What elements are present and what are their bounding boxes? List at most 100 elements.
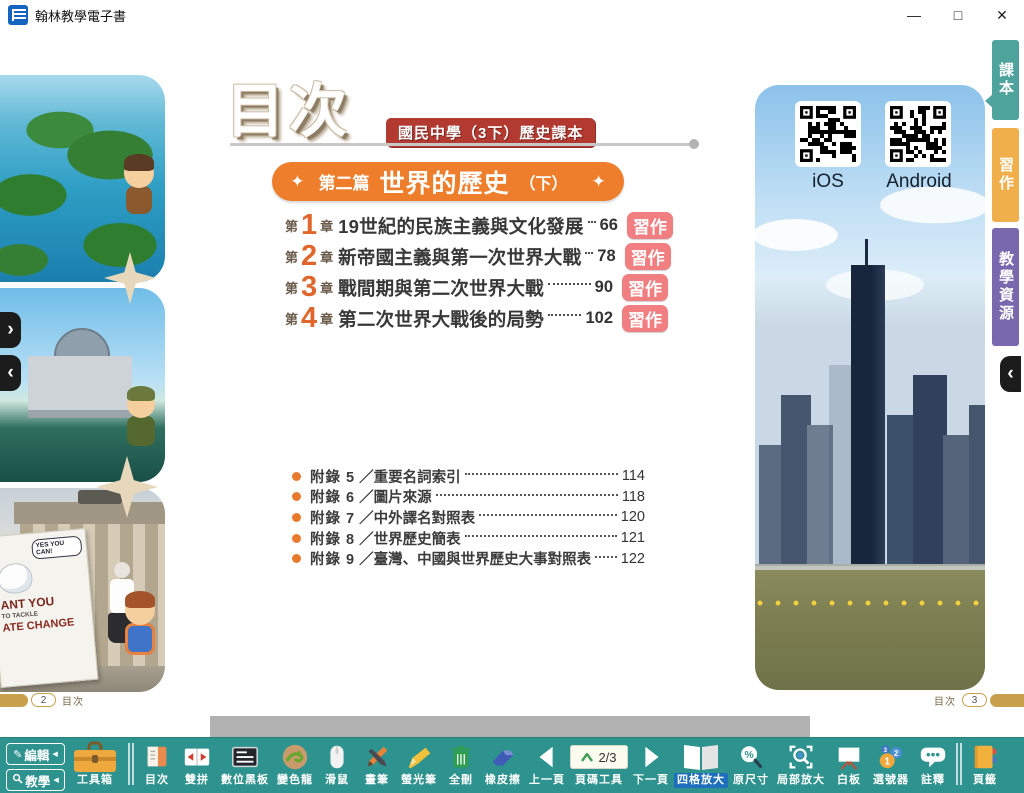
bullet-icon (292, 472, 301, 481)
toolbar-button-eraser[interactable]: 橡皮擦 (481, 741, 525, 788)
svg-text:2: 2 (894, 748, 899, 758)
panel-collapse-right-button[interactable]: ‹ (1000, 356, 1021, 392)
page-number-pill-right[interactable]: 3 (962, 693, 987, 707)
toolbar-button-delete-all[interactable]: 全刪 (441, 741, 481, 788)
toolbar-button-group: 目次雙拼數位黑板變色龍滑鼠畫筆螢光筆全刪橡皮擦上一頁2/3頁碼工具下一頁四格放大… (137, 741, 953, 788)
chapter-row[interactable]: 第3章戰間期與第二次世界大戰90習作 (285, 272, 668, 303)
chapter-row[interactable]: 第1章19世紀的民族主義與文化發展66習作 (285, 210, 668, 241)
toolbar-button-quad-zoom[interactable]: 四格放大 (673, 741, 729, 788)
minimize-button[interactable]: — (892, 0, 936, 30)
chapter-title: 新帝國主義與第一次世界大戰 (338, 244, 581, 270)
horizontal-scrollbar[interactable] (210, 716, 810, 737)
toolbar-button-dual-page[interactable]: 雙拼 (177, 741, 217, 788)
appendix-page-number: 120 (621, 509, 645, 525)
toolbar-label: 橡皮擦 (482, 773, 524, 788)
appendix-row[interactable]: 附錄 7／中外譯名對照表120 (292, 507, 645, 528)
panel-expand-right-button[interactable]: › (0, 312, 21, 348)
svg-text:3: 3 (884, 747, 888, 754)
page-number-pill-left[interactable]: 2 (31, 693, 56, 707)
chevron-left-icon: ‹ (7, 362, 13, 384)
toolbar-button-original-size[interactable]: %原尺寸 (729, 741, 773, 788)
toolbar-label: 畫筆 (362, 773, 392, 788)
yellow-buoys (755, 600, 985, 606)
chapter-title: 戰間期與第二次世界大戰 (338, 275, 544, 301)
toolbar-button-chameleon[interactable]: 變色龍 (273, 741, 317, 788)
appendix-row[interactable]: 附錄 6／圖片來源118 (292, 487, 645, 508)
toolbar-divider (127, 743, 135, 785)
dotted-leader (479, 514, 617, 516)
appendix-title: ／世界歷史簡表 (359, 528, 461, 549)
edit-mode-button[interactable]: ✎ 編輯 ◀ (6, 743, 65, 765)
appendix-label: 附錄 8 (310, 528, 355, 549)
number-picker-icon: 321 (876, 741, 906, 773)
svg-text:%: % (745, 750, 754, 761)
page-title: 目次 (226, 64, 352, 148)
active-tab-notch (985, 94, 993, 108)
toolbar-label: 數位黑板 (218, 773, 272, 788)
side-tab-workbook[interactable]: 習作 (992, 128, 1019, 222)
cartoon-reporter-character (118, 595, 162, 655)
toolbar-button-next-page[interactable]: 下一頁 (629, 741, 673, 788)
side-tab-textbook[interactable]: 課本 (992, 40, 1019, 120)
chapter-page-number: 102 (585, 309, 613, 328)
footer-gold-bar (990, 694, 1024, 707)
paint-pen-icon (362, 741, 392, 773)
workbook-button[interactable]: 習作 (622, 274, 668, 301)
appendix-page-number: 114 (622, 468, 645, 484)
polar-bear-illustration (0, 562, 34, 595)
appendix-row[interactable]: 附錄 8／世界歷史簡表121 (292, 528, 645, 549)
star-icon: ✦ (592, 172, 606, 192)
toolbox-label: 工具箱 (74, 773, 116, 788)
toc-icon (142, 741, 172, 773)
toolbar-button-toc[interactable]: 目次 (137, 741, 177, 788)
toolbar-button-number-picker[interactable]: 321選號器 (869, 741, 913, 788)
chapter-page-number: 90 (595, 278, 613, 297)
cartoon-tribal-character (118, 158, 160, 214)
dotted-leader (588, 221, 596, 223)
workbook-button[interactable]: 習作 (625, 243, 671, 270)
toolbar-button-annotation[interactable]: 註釋 (913, 741, 953, 788)
panel-collapse-left-button[interactable]: ‹ (0, 355, 21, 391)
side-tab-resources[interactable]: 教學資源 (992, 228, 1019, 346)
collapse-arrow-icon: ◀ (53, 776, 58, 784)
toolbar-divider (955, 743, 963, 785)
toolbar-button-whiteboard[interactable]: 白板 (829, 741, 869, 788)
workbook-button[interactable]: 習作 (627, 212, 673, 239)
maximize-button[interactable]: □ (936, 0, 980, 30)
toolbar-button-region-zoom[interactable]: 局部放大 (773, 741, 829, 788)
dome-building (28, 328, 132, 418)
original-size-icon: % (736, 741, 766, 773)
appendix-row[interactable]: 附錄 5／重要名詞索引114 (292, 466, 645, 487)
dotted-leader (465, 473, 618, 475)
toolbar-label: 選號器 (870, 773, 912, 788)
chapter-row[interactable]: 第2章新帝國主義與第一次世界大戰78習作 (285, 241, 668, 272)
workbook-button[interactable]: 習作 (622, 305, 668, 332)
toolbar-button-mouse[interactable]: 滑鼠 (317, 741, 357, 788)
toolbox-button[interactable]: 工具箱 (67, 741, 123, 788)
close-button[interactable]: ✕ (980, 0, 1024, 30)
chapter-row[interactable]: 第4章第二次世界大戰後的局勢102習作 (285, 303, 668, 334)
photo-city-skyline: iOS Android (755, 85, 985, 690)
edit-mode-label: 編輯 (24, 745, 49, 764)
dotted-leader (595, 556, 617, 558)
appendix-label: 附錄 6 (310, 486, 355, 507)
building (913, 375, 947, 565)
appendix-row[interactable]: 附錄 9／臺灣、中國與世界歷史大事對照表122 (292, 548, 645, 569)
cartoon-soldier-character (120, 390, 162, 446)
toolbar-button-prev-page[interactable]: 上一頁 (525, 741, 569, 788)
toolbar-button-page-tabs[interactable]: 頁籤 (965, 741, 1005, 788)
photo-atomic-dome (0, 288, 165, 482)
teach-mode-button[interactable]: 教學 ◀ (6, 769, 65, 791)
toolbar-button-page-number[interactable]: 2/3頁碼工具 (569, 741, 629, 788)
skyscraper-tower (851, 265, 885, 565)
dotted-leader (548, 283, 591, 285)
qr-code-android (885, 101, 951, 167)
toolbar-button-paint-pen[interactable]: 畫筆 (357, 741, 397, 788)
chapter-suffix: 章 (320, 278, 333, 297)
bullet-icon (292, 492, 301, 501)
appendix-label: 附錄 9 (310, 548, 355, 569)
chapter-page-number: 66 (600, 216, 618, 235)
toolbar-button-digital-blackboard[interactable]: 數位黑板 (217, 741, 273, 788)
toolbar-button-highlighter[interactable]: 螢光筆 (397, 741, 441, 788)
dotted-leader (548, 314, 582, 316)
